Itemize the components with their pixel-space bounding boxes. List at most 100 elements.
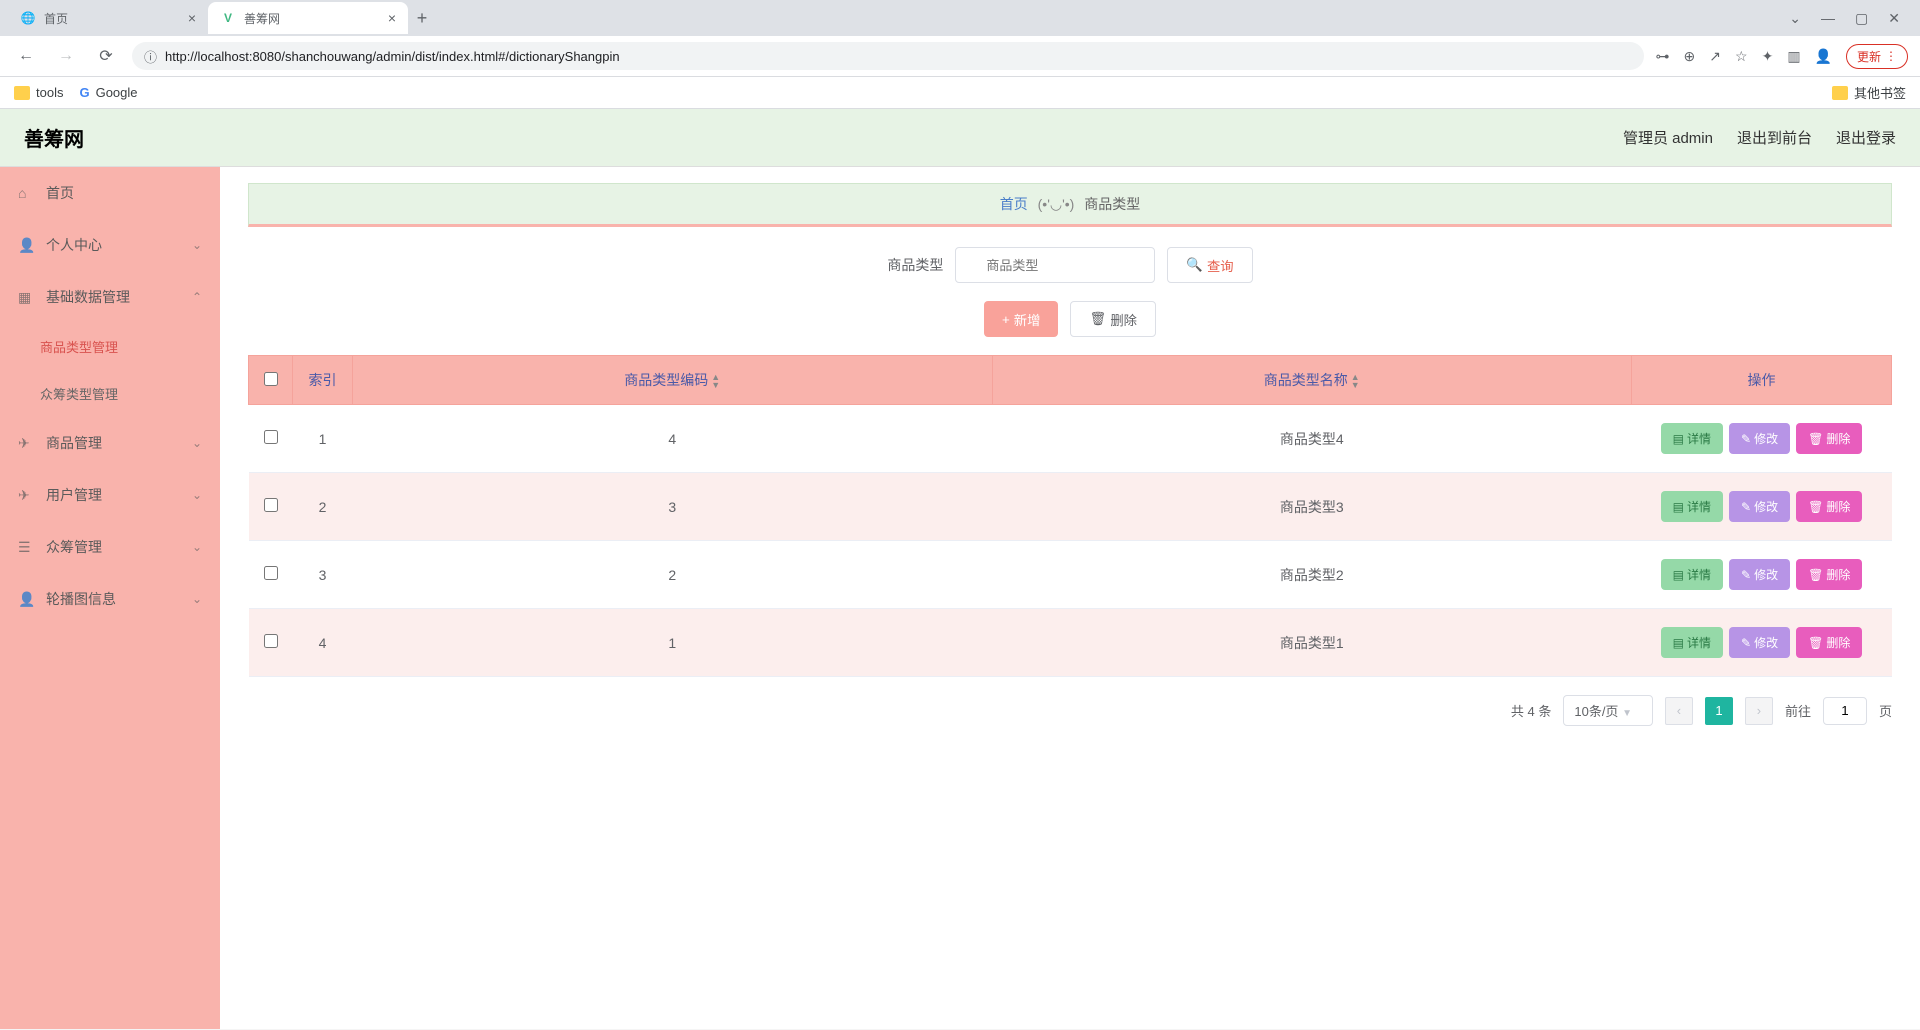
query-button[interactable]: 🔍查询 — [1167, 247, 1252, 283]
search-label: 商品类型 — [887, 255, 943, 275]
folder-icon — [14, 86, 30, 100]
breadcrumb-separator: (•'◡'•) — [1038, 196, 1075, 212]
sidebar-item-product[interactable]: ✈商品管理⌄ — [0, 417, 220, 469]
user-icon: 👤 — [18, 237, 36, 254]
page-number-button[interactable]: 1 — [1705, 697, 1733, 725]
prev-page-button[interactable]: ‹ — [1665, 697, 1693, 725]
close-window-icon[interactable]: ✕ — [1888, 10, 1900, 27]
row-checkbox[interactable] — [264, 634, 278, 648]
chevron-down-icon: ⌄ — [192, 238, 202, 252]
bookmarks-bar: tools GGoogle 其他书签 — [0, 77, 1920, 109]
detail-button[interactable]: ▤ 详情 — [1661, 627, 1723, 658]
new-tab-button[interactable]: + — [408, 4, 436, 32]
cell-index: 2 — [293, 473, 353, 541]
extensions-icon[interactable]: ✦ — [1762, 48, 1774, 65]
edit-button[interactable]: ✎ 修改 — [1729, 559, 1790, 590]
cell-code: 2 — [353, 541, 993, 609]
plus-icon: + — [1002, 312, 1010, 327]
delete-button[interactable]: 🗑 删除 — [1796, 559, 1862, 590]
goto-page-input[interactable] — [1823, 697, 1867, 725]
cell-index: 1 — [293, 405, 353, 473]
sort-icon: ▲▼ — [1351, 373, 1360, 389]
maximize-icon[interactable]: ▢ — [1855, 10, 1868, 27]
pagination-total: 共 4 条 — [1511, 701, 1551, 720]
close-icon[interactable]: × — [388, 10, 396, 26]
breadcrumb: 首页 (•'◡'•) 商品类型 — [248, 183, 1892, 227]
sidebar-item-carousel[interactable]: 👤轮播图信息⌄ — [0, 573, 220, 625]
edit-button[interactable]: ✎ 修改 — [1729, 423, 1790, 454]
sort-icon: ▲▼ — [711, 373, 720, 389]
sidebar-item-personal[interactable]: 👤个人中心⌄ — [0, 219, 220, 271]
browser-tab-app[interactable]: V 善筹网 × — [208, 2, 408, 34]
sidebar-item-basedata[interactable]: ▦基础数据管理⌃ — [0, 271, 220, 323]
update-button[interactable]: 更新 ⋮ — [1846, 44, 1908, 69]
table-row: 23商品类型3▤ 详情✎ 修改🗑 删除 — [249, 473, 1892, 541]
col-name[interactable]: 商品类型名称▲▼ — [992, 356, 1632, 405]
info-icon: ⓘ — [144, 47, 157, 66]
chevron-down-icon: ⌄ — [192, 488, 202, 502]
sidebar-item-crowd[interactable]: ☰众筹管理⌄ — [0, 521, 220, 573]
vue-icon: V — [220, 10, 236, 26]
panel-icon[interactable]: ▥ — [1787, 48, 1800, 65]
row-checkbox[interactable] — [264, 430, 278, 444]
tab-title: 首页 — [44, 10, 68, 27]
to-front-link[interactable]: 退出到前台 — [1737, 127, 1812, 148]
search-input[interactable] — [955, 247, 1155, 283]
sidebar-sub-crowd-type[interactable]: 众筹类型管理 — [0, 370, 220, 417]
detail-button[interactable]: ▤ 详情 — [1661, 491, 1723, 522]
cell-name: 商品类型2 — [992, 541, 1632, 609]
key-icon[interactable]: ⊶ — [1656, 48, 1670, 65]
trash-icon: 🗑 — [1808, 636, 1823, 650]
globe-icon: 🌐 — [20, 10, 36, 26]
col-ops: 操作 — [1632, 356, 1892, 405]
add-button[interactable]: +新增 — [984, 301, 1058, 337]
zoom-icon[interactable]: ⊕ — [1684, 48, 1696, 65]
url-input[interactable]: ⓘ http://localhost:8080/shanchouwang/adm… — [132, 42, 1644, 70]
row-checkbox[interactable] — [264, 566, 278, 580]
bookmark-other[interactable]: 其他书签 — [1832, 83, 1906, 102]
logout-link[interactable]: 退出登录 — [1836, 127, 1896, 148]
doc-icon: ▤ — [1673, 500, 1684, 514]
cell-code: 1 — [353, 609, 993, 677]
chevron-down-icon: ▼ — [1622, 708, 1632, 719]
close-icon[interactable]: × — [188, 10, 196, 26]
star-icon[interactable]: ☆ — [1735, 48, 1748, 65]
back-button[interactable]: ← — [12, 42, 40, 70]
minimize-icon[interactable]: — — [1821, 10, 1835, 27]
sidebar-item-home[interactable]: ⌂首页 — [0, 167, 220, 219]
cell-code: 3 — [353, 473, 993, 541]
col-code[interactable]: 商品类型编码▲▼ — [353, 356, 993, 405]
reload-button[interactable]: ⟳ — [92, 42, 120, 70]
search-row: 商品类型 🔍 🔍查询 — [248, 247, 1892, 283]
share-icon[interactable]: ↗ — [1709, 48, 1721, 65]
row-checkbox[interactable] — [264, 498, 278, 512]
send-icon: ✈ — [18, 435, 36, 452]
bookmark-google[interactable]: GGoogle — [79, 85, 137, 100]
sidebar-item-user[interactable]: ✈用户管理⌄ — [0, 469, 220, 521]
detail-button[interactable]: ▤ 详情 — [1661, 423, 1723, 454]
breadcrumb-home[interactable]: 首页 — [1000, 196, 1028, 212]
edit-button[interactable]: ✎ 修改 — [1729, 627, 1790, 658]
detail-button[interactable]: ▤ 详情 — [1661, 559, 1723, 590]
user-label[interactable]: 管理员 admin — [1623, 127, 1713, 148]
bookmark-tools[interactable]: tools — [14, 85, 63, 100]
edit-button[interactable]: ✎ 修改 — [1729, 491, 1790, 522]
bulk-delete-button[interactable]: 🗑删除 — [1070, 301, 1156, 337]
app-container: 善筹网 管理员 admin 退出到前台 退出登录 ⌂首页 👤个人中心⌄ ▦基础数… — [0, 109, 1920, 1029]
cell-name: 商品类型1 — [992, 609, 1632, 677]
profile-icon[interactable]: 👤 — [1815, 48, 1832, 65]
doc-icon: ▤ — [1673, 636, 1684, 650]
forward-button[interactable]: → — [52, 42, 80, 70]
next-page-button[interactable]: › — [1745, 697, 1773, 725]
action-row: +新增 🗑删除 — [248, 301, 1892, 337]
address-bar: ← → ⟳ ⓘ http://localhost:8080/shanchouwa… — [0, 36, 1920, 77]
chevron-down-icon[interactable]: ⌄ — [1789, 10, 1801, 27]
delete-button[interactable]: 🗑 删除 — [1796, 491, 1862, 522]
select-all-checkbox[interactable] — [264, 372, 278, 386]
delete-button[interactable]: 🗑 删除 — [1796, 423, 1862, 454]
delete-button[interactable]: 🗑 删除 — [1796, 627, 1862, 658]
page-size-select[interactable]: 10条/页 ▼ — [1563, 695, 1653, 726]
sidebar-sub-product-type[interactable]: 商品类型管理 — [0, 323, 220, 370]
browser-tab-home[interactable]: 🌐 首页 × — [8, 2, 208, 34]
doc-icon: ▤ — [1673, 432, 1684, 446]
